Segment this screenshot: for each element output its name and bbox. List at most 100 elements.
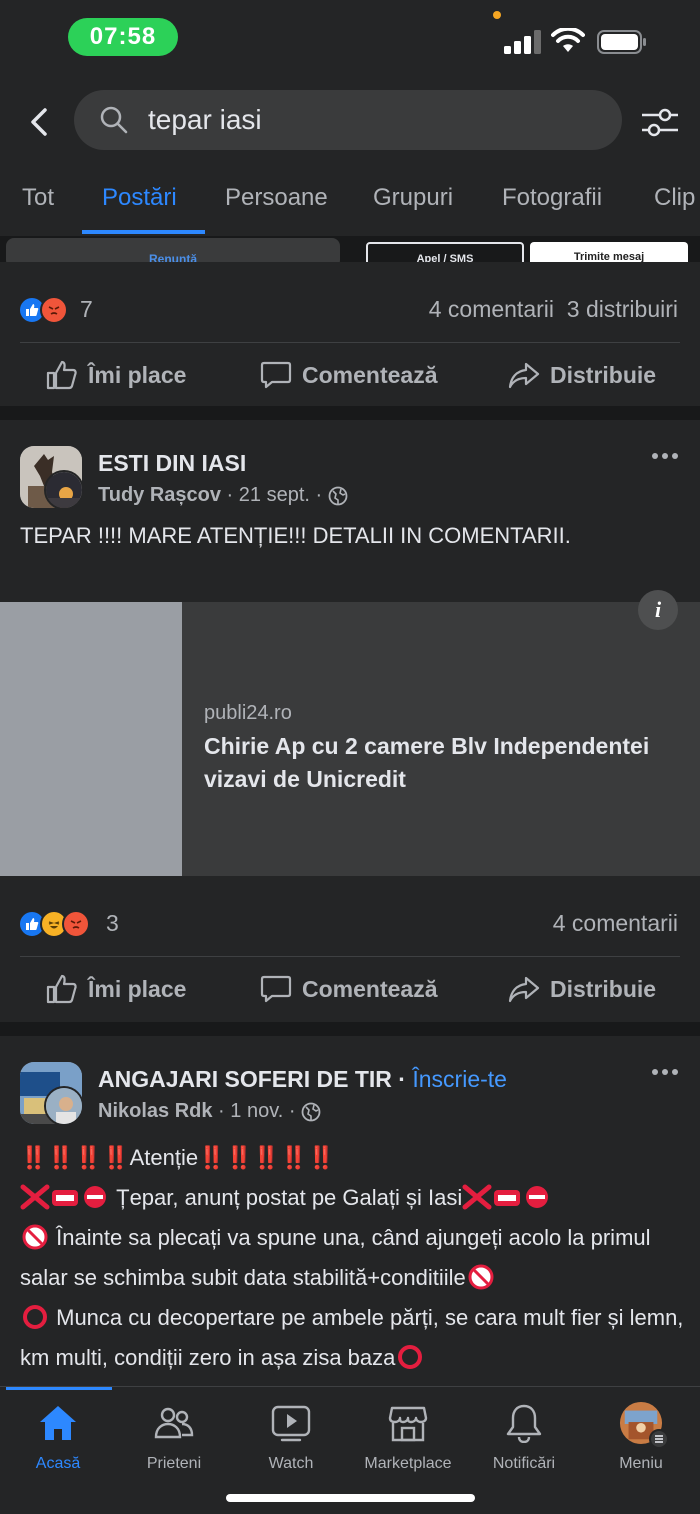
filter-sliders-icon[interactable] [640, 102, 680, 142]
search-input[interactable]: tepar iasi [74, 90, 622, 150]
post-actions: Îmi place Comentează Distribuie [0, 342, 700, 408]
comment-bubble-icon [260, 361, 292, 389]
post-line-4: Munca cu decopertare pe ambele părți, se… [20, 1298, 685, 1378]
post-line-3: Înainte sa plecați va spune una, când aj… [20, 1218, 685, 1298]
search-tabs: Tot Postări Persoane Grupuri Fotografii … [0, 164, 700, 236]
battery-icon [597, 30, 646, 54]
post-card-1: 7 4 comentarii 3 distribuiri Îmi place C… [0, 262, 700, 406]
post-date[interactable]: 21 sept. [239, 484, 310, 507]
reaction-count: 3 [106, 910, 119, 936]
home-indicator[interactable] [226, 1494, 475, 1502]
globe-icon [328, 486, 348, 505]
author-name[interactable]: Nikolas Rdk [98, 1100, 212, 1123]
reactions-summary[interactable]: 3 4 comentarii [0, 896, 700, 956]
tab-photos[interactable]: Fotografii [502, 184, 602, 212]
post-line-1: ‼️‼️‼️‼️Atenție‼️‼️‼️‼️‼️ [20, 1138, 685, 1178]
peek-cancel-button: Renunță [6, 238, 340, 262]
author-avatar[interactable] [44, 1086, 84, 1126]
watch-icon [269, 1401, 313, 1445]
comments-shares[interactable]: 4 comentarii 3 distribuiri [429, 296, 678, 323]
peek-call-button: Apel / SMS [366, 242, 524, 262]
like-label: Îmi place [88, 975, 187, 1002]
post-line-3-text: Înainte sa plecați va spune una, când aj… [20, 1225, 651, 1290]
post-meta: Tudy Rașcov · 21 sept. · [98, 484, 348, 507]
join-group-link[interactable]: Înscrie-te [412, 1066, 507, 1092]
chevron-left-icon [31, 108, 47, 136]
more-options-icon[interactable] [650, 446, 680, 466]
back-button[interactable] [22, 102, 56, 142]
thumbs-up-icon [46, 360, 77, 390]
author-name[interactable]: Tudy Rașcov [98, 484, 221, 507]
previous-post-image-peek: Renunță Apel / SMS Trimite mesaj [0, 236, 700, 262]
group-name[interactable]: ANGAJARI SOFERI DE TIR [98, 1066, 392, 1092]
meta-separator: · [283, 1100, 302, 1122]
tab-groups[interactable]: Grupuri [373, 184, 453, 212]
share-count[interactable]: 3 distribuiri [567, 296, 678, 322]
nav-menu[interactable]: Meniu [583, 1401, 699, 1481]
group-name[interactable]: ESTI DIN IASI [98, 450, 246, 477]
friends-icon [152, 1401, 196, 1445]
nav-marketplace-label: Marketplace [364, 1455, 452, 1472]
post-line-4-text: Munca cu decopertare pe ambele părți, se… [20, 1305, 684, 1370]
link-preview[interactable]: publi24.ro Chirie Ap cu 2 camere Blv Ind… [0, 602, 700, 876]
hollow-red-circle-emoji-icon [23, 1305, 47, 1329]
hollow-red-circle-emoji-icon [398, 1345, 423, 1369]
thumbs-up-icon [46, 974, 77, 1004]
link-domain: publi24.ro [204, 702, 292, 724]
peek-message-button: Trimite mesaj [530, 242, 688, 262]
post-text: TEPAR !!!! MARE ATENȚIE!!! DETALII IN CO… [20, 523, 571, 548]
menu-badge-icon [649, 1429, 669, 1449]
more-options-icon[interactable] [650, 1062, 680, 1082]
menu-avatar-icon [619, 1401, 669, 1449]
no-pedestrians-emoji-icon [22, 1224, 48, 1250]
no-entry-emoji-icon [526, 1186, 549, 1208]
search-icon [100, 106, 128, 134]
meta-separator: · [309, 484, 328, 506]
comment-button[interactable]: Comentează [260, 360, 437, 390]
tab-people[interactable]: Persoane [225, 184, 328, 212]
nav-home-label: Acasă [35, 1455, 81, 1472]
post-header: ANGAJARI SOFERI DE TIR · Înscrie-te Niko… [0, 1062, 700, 1142]
active-tab-indicator [82, 230, 205, 234]
meta-separator: · [221, 484, 239, 506]
share-arrow-icon [508, 362, 540, 389]
double-exclamation-emoji: ‼️‼️‼️‼️ [20, 1145, 130, 1170]
nav-notifications[interactable]: Notificări [466, 1401, 582, 1481]
tab-all[interactable]: Tot [22, 184, 54, 212]
reactions-summary[interactable]: 7 4 comentarii 3 distribuiri [0, 282, 700, 342]
meta-separator: · [212, 1100, 231, 1122]
post-date[interactable]: 1 nov. [230, 1100, 283, 1123]
no-pedestrians-emoji-icon [468, 1264, 494, 1290]
cellular-signal-icon [504, 30, 541, 54]
comment-count[interactable]: 4 comentarii [429, 296, 554, 322]
share-arrow-icon [508, 976, 540, 1003]
nav-home[interactable]: Acasă [0, 1401, 116, 1481]
nav-friends[interactable]: Prieteni [116, 1401, 232, 1481]
share-button[interactable]: Distribuie [508, 360, 656, 390]
info-icon[interactable]: i [638, 590, 678, 630]
comment-count[interactable]: 4 comentarii [553, 910, 678, 937]
tab-posts[interactable]: Postări [102, 184, 177, 212]
author-avatar[interactable] [44, 470, 84, 510]
like-button[interactable]: Îmi place [46, 360, 186, 390]
nav-notifications-label: Notificări [492, 1455, 556, 1472]
search-query: tepar iasi [148, 104, 262, 135]
title-separator: · [391, 1066, 413, 1092]
status-time: 07:58 [68, 18, 178, 56]
nav-watch[interactable]: Watch [233, 1401, 349, 1481]
double-exclamation-emoji: ‼️‼️‼️‼️‼️ [198, 1145, 336, 1170]
post-actions: Îmi place Comentează Distribuie [0, 956, 700, 1022]
no-entry-tape-emoji-icon [494, 1190, 521, 1206]
no-entry-tape-emoji-icon [52, 1190, 78, 1206]
active-nav-indicator [6, 1387, 112, 1390]
nav-marketplace[interactable]: Marketplace [350, 1401, 466, 1481]
link-title: Chirie Ap cu 2 camere Blv Independentei … [204, 733, 650, 792]
share-button[interactable]: Distribuie [508, 974, 656, 1004]
tab-clips[interactable]: Clip [654, 184, 695, 212]
share-label: Distribuie [550, 361, 657, 388]
comment-button[interactable]: Comentează [260, 974, 437, 1004]
wifi-icon [551, 28, 585, 52]
like-button[interactable]: Îmi place [46, 974, 186, 1004]
share-label: Distribuie [550, 975, 657, 1002]
nav-menu-label: Meniu [619, 1455, 663, 1472]
